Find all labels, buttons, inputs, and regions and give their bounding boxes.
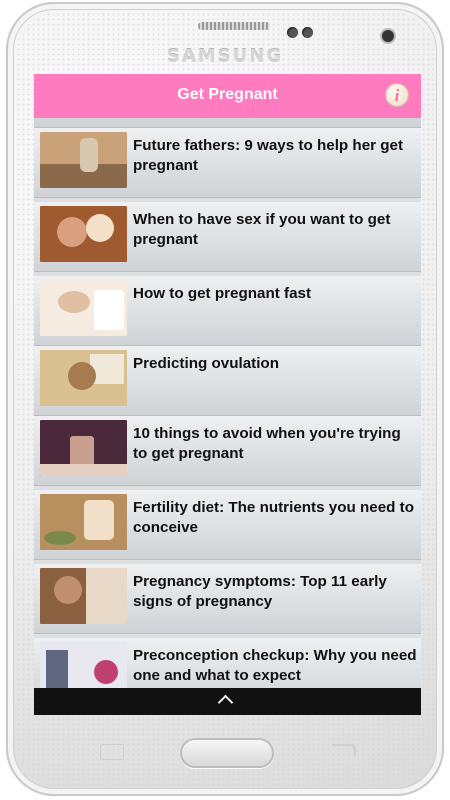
back-key-icon[interactable] xyxy=(332,744,356,756)
page-title: Get Pregnant xyxy=(177,86,278,103)
article-title: Fertility diet: The nutrients you need t… xyxy=(133,499,414,536)
home-button[interactable] xyxy=(180,738,274,768)
article-title: Predicting ovulation xyxy=(133,355,279,372)
article-list[interactable]: Future fathers: 9 ways to help her get p… xyxy=(34,118,421,688)
article-thumbnail xyxy=(40,206,127,262)
article-thumbnail xyxy=(40,420,127,476)
list-item[interactable]: Preconception checkup: Why you need one … xyxy=(34,638,421,688)
article-thumbnail xyxy=(40,280,127,336)
article-thumbnail xyxy=(40,132,127,188)
list-item-partial[interactable] xyxy=(34,118,421,128)
article-title: Future fathers: 9 ways to help her get p… xyxy=(133,137,404,174)
app-screen: Get Pregnant i Future fathers: 9 ways to… xyxy=(34,74,421,715)
article-thumbnail xyxy=(40,642,127,688)
app-header: Get Pregnant i xyxy=(34,74,421,118)
front-camera-icon xyxy=(382,30,394,42)
list-item[interactable]: Fertility diet: The nutrients you need t… xyxy=(34,490,421,560)
info-button[interactable]: i xyxy=(386,84,408,106)
list-item[interactable]: Pregnancy symptoms: Top 11 early signs o… xyxy=(34,564,421,634)
article-thumbnail xyxy=(40,568,127,624)
chevron-up-icon[interactable] xyxy=(217,694,234,711)
article-thumbnail xyxy=(40,494,127,550)
device-brand: SAMSUNG xyxy=(166,46,284,67)
scroll-top-bar[interactable] xyxy=(34,688,421,715)
list-item[interactable]: Future fathers: 9 ways to help her get p… xyxy=(34,128,421,198)
earpiece-speaker xyxy=(198,22,270,30)
info-icon: i xyxy=(394,86,400,105)
article-title: Pregnancy symptoms: Top 11 early signs o… xyxy=(133,573,387,610)
list-item[interactable]: Predicting ovulation xyxy=(34,346,421,416)
article-title: How to get pregnant fast xyxy=(133,285,312,302)
proximity-sensor xyxy=(287,27,298,38)
list-item[interactable]: When to have sex if you want to get preg… xyxy=(34,202,421,272)
article-thumbnail xyxy=(40,350,127,406)
list-item[interactable]: 10 things to avoid when you're trying to… xyxy=(34,416,421,486)
article-title: Preconception checkup: Why you need one … xyxy=(133,647,417,684)
article-title: 10 things to avoid when you're trying to… xyxy=(133,425,401,462)
light-sensor xyxy=(302,27,313,38)
recent-apps-key[interactable] xyxy=(100,744,124,760)
list-item[interactable]: How to get pregnant fast xyxy=(34,276,421,346)
article-title: When to have sex if you want to get preg… xyxy=(133,211,391,248)
